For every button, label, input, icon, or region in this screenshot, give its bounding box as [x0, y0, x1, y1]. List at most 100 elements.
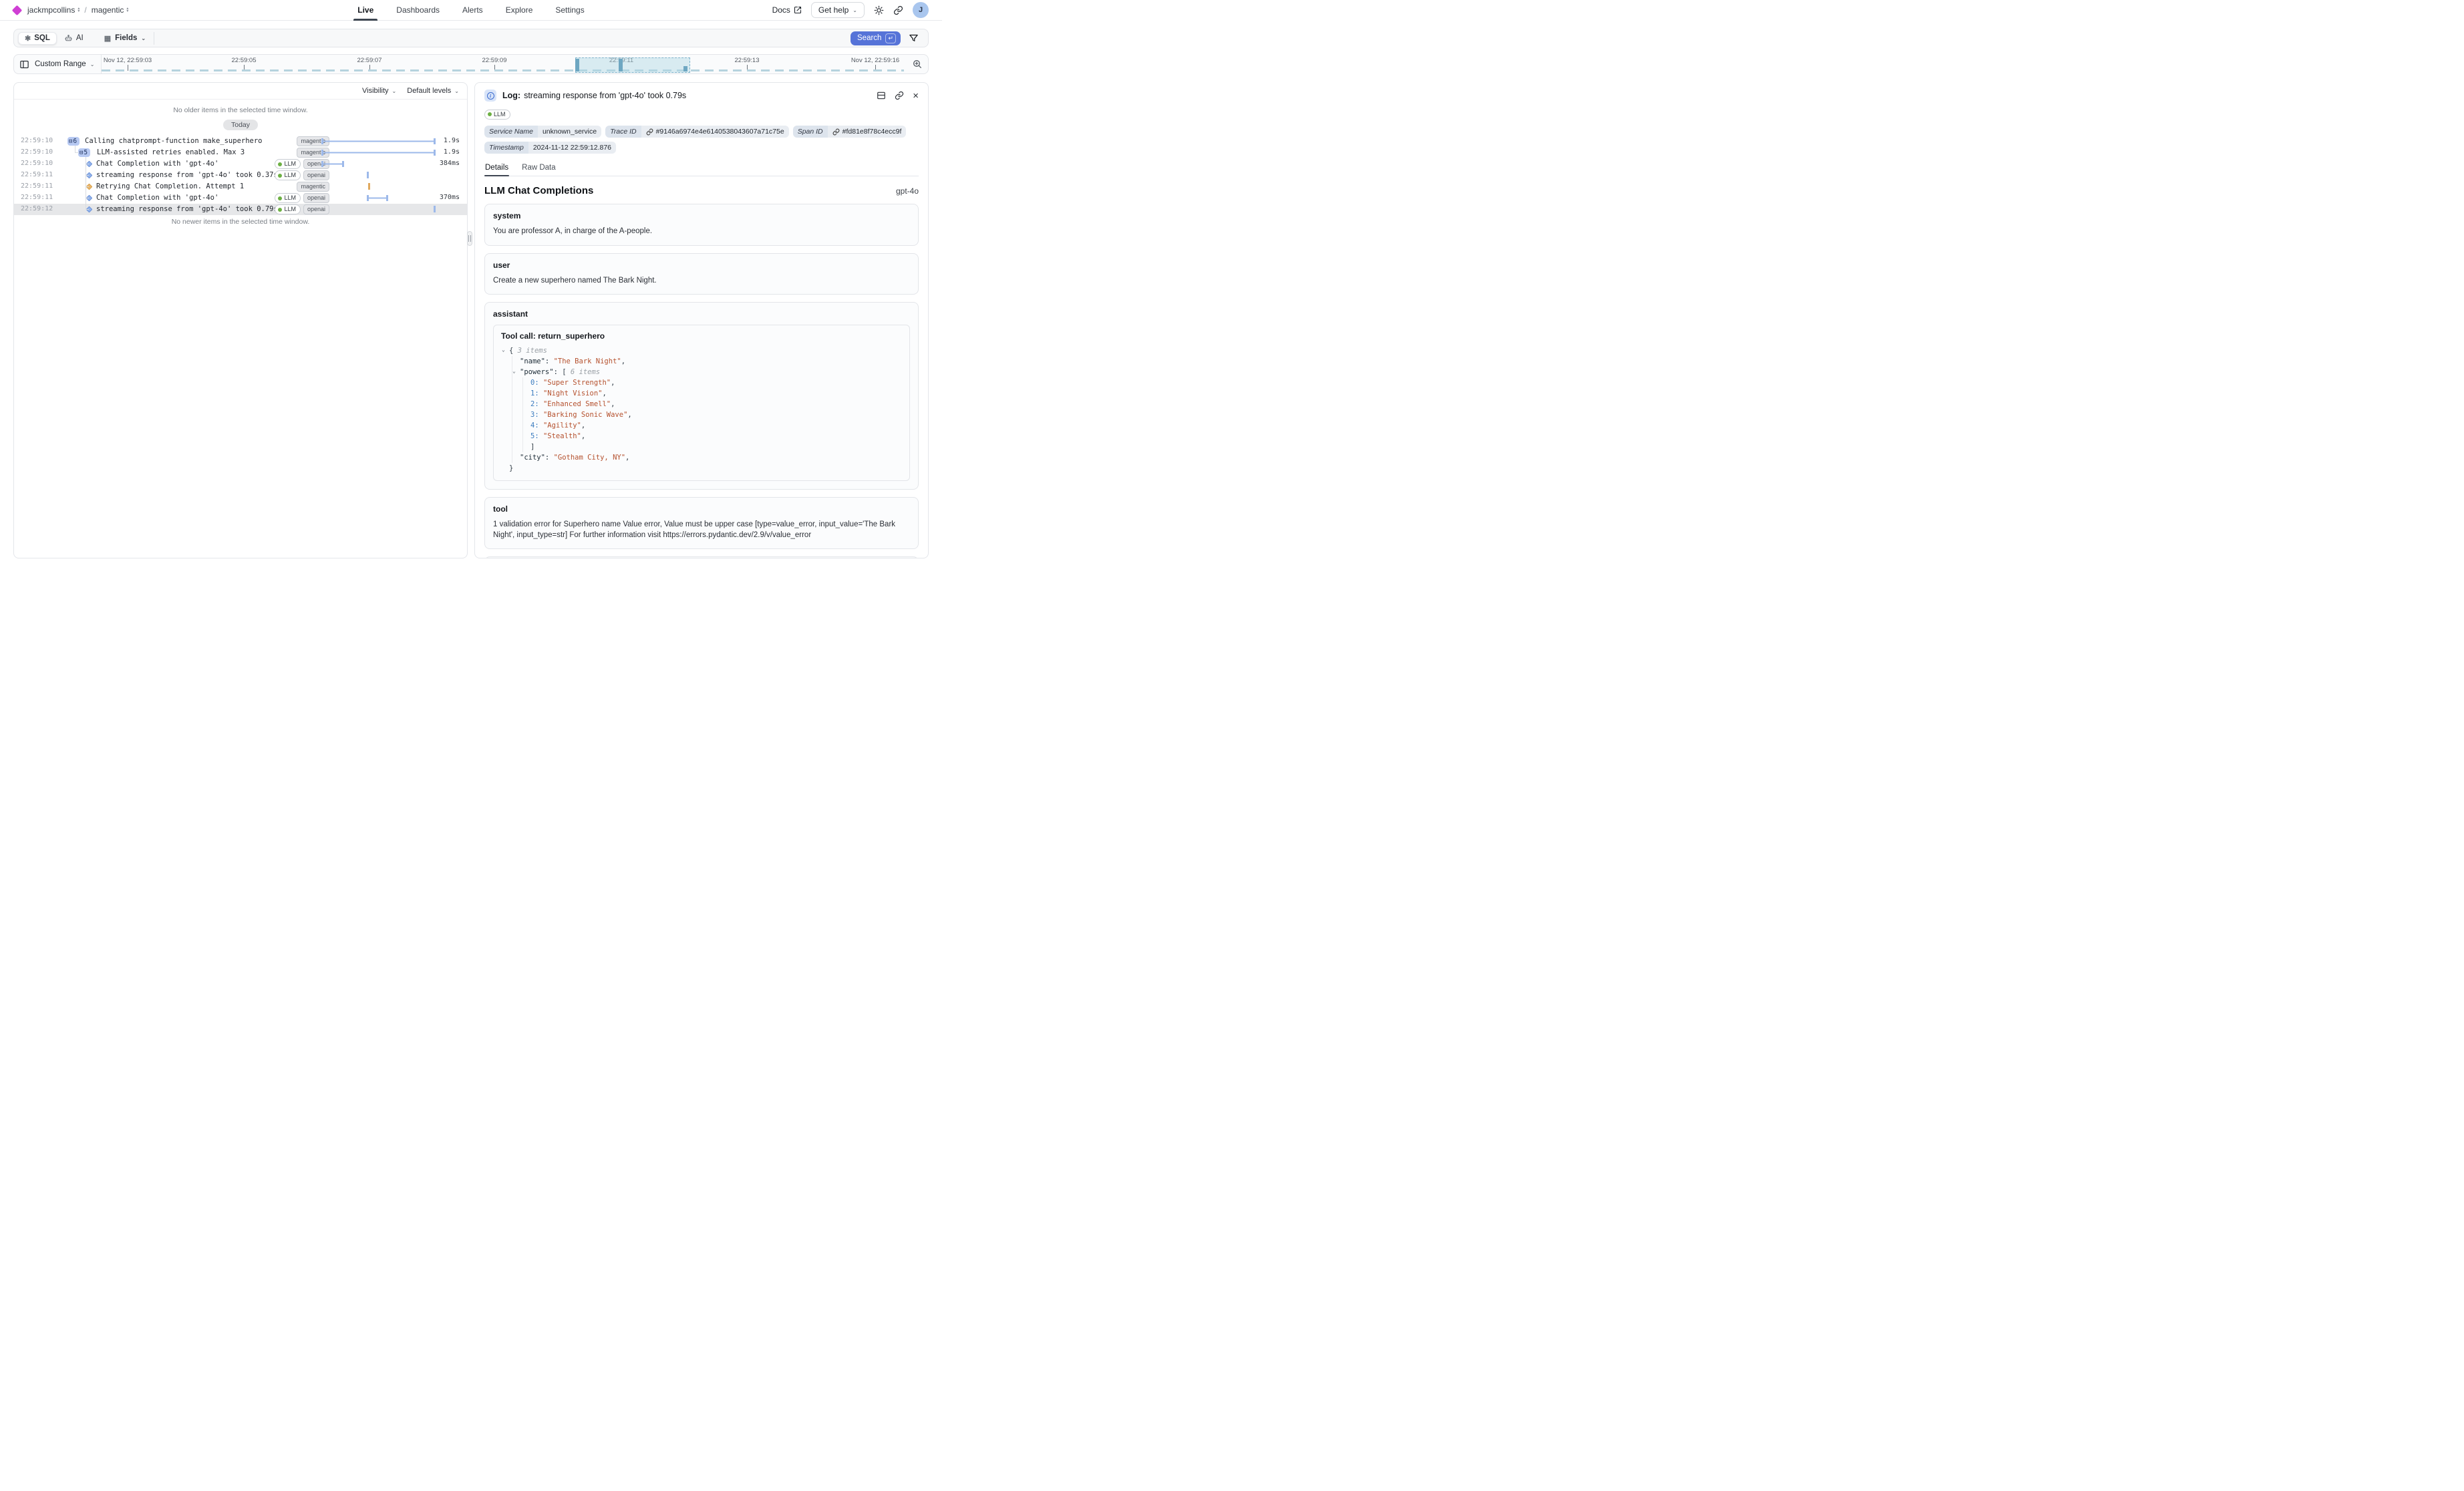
message-role: assistant — [493, 309, 910, 319]
chevron-down-icon: ⌄ — [141, 35, 146, 41]
message-card-assistant: assistant Tool call: return_superhero ⌄{… — [484, 302, 919, 490]
timeline-selection[interactable] — [575, 57, 690, 73]
log-row[interactable]: 22:59:11 Chat Completion with 'gpt-4o' L… — [14, 192, 467, 204]
span-id-chip[interactable]: Span ID #fd81e8f78c4ecc9f — [793, 126, 907, 138]
no-older-items-note: No older items in the selected time wind… — [14, 106, 467, 114]
sidebar-toggle-icon — [19, 59, 29, 69]
service-name-chip: Service Name unknown_service — [484, 126, 601, 138]
tab-dashboards[interactable]: Dashboards — [396, 0, 440, 21]
org-selector[interactable]: jackmpcollins ▴▾ — [27, 5, 80, 15]
panel-resize-handle[interactable] — [467, 231, 472, 246]
instant-tick — [434, 206, 436, 212]
visibility-dropdown[interactable]: Visibility ⌄ — [362, 87, 396, 95]
collapse-badge[interactable]: ⊟6 — [67, 137, 80, 146]
message-card-user: user Create a new superhero named The Ba… — [484, 253, 919, 295]
ai-mode-button[interactable]: AI — [58, 33, 90, 44]
log-label: Log: — [502, 91, 520, 100]
histogram-bar — [575, 59, 579, 71]
timeline-tick: 22:59:05 — [232, 57, 257, 64]
llm-tag-row: LLM — [484, 108, 919, 120]
tab-live[interactable]: Live — [357, 0, 373, 21]
share-link-button[interactable] — [893, 5, 903, 15]
trace-id-chip[interactable]: Trace ID #9146a6974e4e6140538043607a71c7… — [605, 126, 789, 138]
span-bar-zone — [321, 204, 436, 215]
log-message: Calling chatprompt-function make_superhe… — [85, 137, 263, 145]
chip-label: Trace ID — [605, 126, 641, 138]
link-icon — [646, 128, 653, 136]
get-help-button[interactable]: Get help ⌄ — [811, 2, 865, 18]
duration-label: 370ms — [440, 194, 460, 201]
tool-call-title: Tool call: return_superhero — [501, 331, 902, 341]
sql-mode-button[interactable]: ✱ SQL — [18, 32, 57, 45]
tree-connector — [86, 175, 89, 176]
breadcrumb-separator: / — [84, 5, 86, 15]
tree-connector — [75, 152, 79, 153]
log-time: 22:59:10 — [21, 160, 53, 167]
chip-label: Timestamp — [484, 142, 528, 154]
time-range-selector[interactable]: Custom Range ⌄ — [35, 60, 94, 68]
tool-call-card: Tool call: return_superhero ⌄{ 3 items"n… — [493, 325, 910, 481]
filter-button[interactable] — [909, 33, 919, 43]
tab-alerts[interactable]: Alerts — [462, 0, 483, 21]
log-row-selected[interactable]: 22:59:12 streaming response from 'gpt-4o… — [14, 204, 467, 215]
search-button[interactable]: Search ↵ — [851, 31, 901, 45]
detail-title: Log: streaming response from 'gpt-4o' too… — [502, 91, 686, 100]
log-message: Chat Completion with 'gpt-4o' — [96, 160, 218, 168]
message-card-tool: tool 1 validation error for Superhero na… — [484, 497, 919, 549]
dock-view-button[interactable] — [877, 91, 886, 100]
json-tree[interactable]: ⌄{ 3 items"name": "The Bark Night",⌄"pow… — [501, 345, 902, 474]
project-selector[interactable]: magentic ▴▾ — [92, 5, 129, 15]
chevron-down-icon: ⌄ — [392, 88, 397, 94]
query-input[interactable] — [154, 29, 851, 47]
timestamp-chip: Timestamp 2024-11-12 22:59:12.876 — [484, 142, 616, 154]
histogram-bar — [619, 59, 623, 71]
log-time: 22:59:10 — [21, 137, 53, 144]
timeline-track[interactable]: Nov 12, 22:59:03 22:59:05 22:59:07 22:59… — [102, 55, 928, 73]
chip-value: #9146a6974e4e6140538043607a71c75e — [641, 126, 789, 138]
span-bar-zone — [321, 158, 436, 170]
log-message: Chat Completion with 'gpt-4o' — [96, 194, 218, 202]
collapse-panel-button[interactable] — [19, 59, 29, 69]
timeline-tick: 22:59:07 — [357, 57, 382, 64]
chip-label: Service Name — [484, 126, 538, 138]
tab-explore[interactable]: Explore — [506, 0, 533, 21]
magnifier-plus-icon — [912, 59, 923, 69]
span-bar-zone — [321, 170, 436, 181]
section-title: LLM Chat Completions — [484, 185, 593, 196]
link-icon — [893, 5, 903, 15]
fields-button[interactable]: ▦ Fields ⌄ — [96, 32, 154, 45]
page: jackmpcollins ▴▾ / magentic ▴▾ Live Dash… — [0, 0, 1033, 625]
docs-link[interactable]: Docs — [772, 5, 802, 15]
chip-value: 2024-11-12 22:59:12.876 — [528, 142, 616, 154]
green-dot-icon — [278, 208, 282, 212]
tree-connector — [86, 186, 89, 187]
log-row[interactable]: 22:59:11 streaming response from 'gpt-4o… — [14, 170, 467, 181]
green-dot-icon — [488, 112, 492, 116]
close-icon[interactable]: × — [913, 91, 919, 101]
log-row[interactable]: 22:59:10 ⊟5 LLM-assisted retries enabled… — [14, 147, 467, 158]
log-row[interactable]: 22:59:11 Retrying Chat Completion. Attem… — [14, 181, 467, 192]
date-divider: Today — [14, 118, 467, 130]
tab-details[interactable]: Details — [484, 160, 509, 176]
green-dot-icon — [278, 174, 282, 178]
tab-raw-data[interactable]: Raw Data — [521, 160, 557, 176]
theme-toggle-button[interactable] — [874, 5, 884, 15]
log-time: 22:59:11 — [21, 171, 53, 178]
log-message: LLM-assisted retries enabled. Max 3 — [97, 148, 245, 156]
log-row[interactable]: 22:59:10 Chat Completion with 'gpt-4o' L… — [14, 158, 467, 170]
main-content: Visibility ⌄ Default levels ⌄ No older i… — [13, 82, 929, 558]
zoom-in-button[interactable] — [912, 59, 923, 69]
enter-key-icon: ↵ — [885, 33, 896, 43]
log-row[interactable]: 22:59:10 ⊟6 Calling chatprompt-function … — [14, 136, 467, 147]
histogram-bar — [683, 66, 687, 71]
updown-caret-icon: ▴▾ — [126, 7, 128, 13]
collapse-badge[interactable]: ⊟5 — [78, 148, 90, 157]
user-avatar[interactable]: J — [913, 2, 929, 18]
copy-link-button[interactable] — [895, 91, 904, 100]
duration-bar — [367, 195, 388, 201]
log-title-text: streaming response from 'gpt-4o' took 0.… — [524, 91, 686, 100]
message-role: tool — [493, 504, 910, 514]
tab-settings[interactable]: Settings — [555, 0, 584, 21]
default-levels-dropdown[interactable]: Default levels ⌄ — [407, 87, 459, 95]
info-icon: i — [484, 90, 496, 102]
